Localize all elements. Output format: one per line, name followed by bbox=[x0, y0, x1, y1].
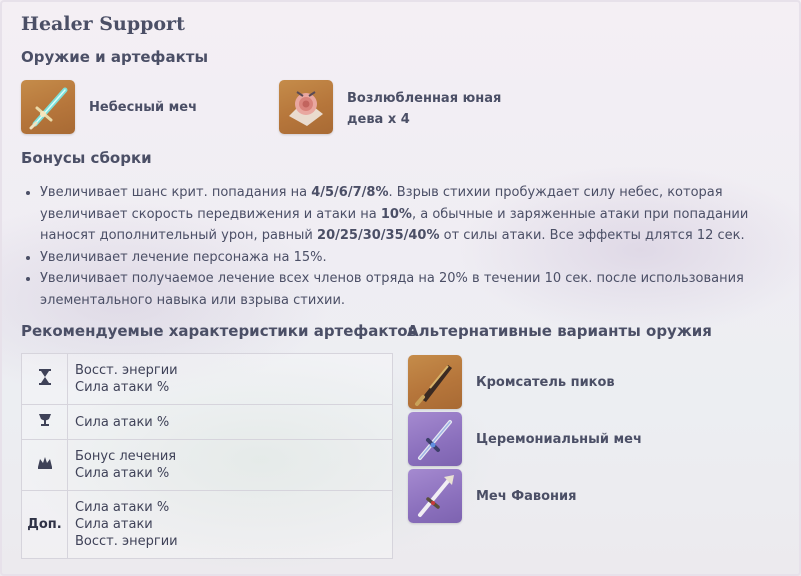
stat-values: Восст. энергии Сила атаки % bbox=[67, 353, 393, 405]
stat-values: Сила атаки % Сила атаки Восст. энергии bbox=[67, 490, 393, 559]
table-row: Бонус лечения Сила атаки % bbox=[21, 439, 393, 491]
bonus-highlight: 10% bbox=[380, 206, 412, 222]
slot-cell bbox=[21, 404, 68, 440]
stat-value: Сила атаки % bbox=[75, 414, 170, 430]
stat-value: Бонус лечения bbox=[75, 449, 177, 464]
bonus-highlight: 20/25/30/35/40% bbox=[317, 228, 440, 243]
alt-weapon-name: Меч Фавония bbox=[476, 489, 577, 504]
bonus-text: Увеличивает лечение персонажа на 15%. bbox=[40, 249, 327, 265]
stat-value: Сила атаки % bbox=[75, 380, 170, 395]
alt-weapons-heading: Альтернативные варианты оружия bbox=[407, 322, 712, 340]
stat-value: Сила атаки bbox=[75, 517, 153, 532]
ceremonial-sword-icon[interactable] bbox=[408, 412, 462, 466]
slot-cell: Доп. bbox=[21, 490, 68, 559]
alt-weapon-name: Кромсатель пиков bbox=[476, 375, 615, 390]
bonus-item: Увеличивает получаемое лечение всех член… bbox=[40, 268, 800, 311]
slot-cell bbox=[21, 353, 68, 405]
bonuses-heading: Бонусы сборки bbox=[21, 149, 152, 167]
stats-heading: Рекомендуемые характеристики артефактов bbox=[21, 322, 418, 340]
build-title: Healer Support bbox=[21, 13, 185, 35]
table-row: Сила атаки % bbox=[21, 404, 393, 440]
sword-icon[interactable] bbox=[21, 80, 75, 134]
stat-value: Восст. энергии bbox=[75, 363, 178, 378]
stat-value: Сила атаки % bbox=[75, 500, 170, 515]
bonus-item: Увеличивает лечение персонажа на 15%. bbox=[40, 247, 800, 269]
circlet-icon bbox=[37, 457, 52, 469]
table-row: Доп. Сила атаки % Сила атаки Восст. энер… bbox=[21, 490, 393, 559]
bonus-text: Увеличивает шанс крит. попадания на bbox=[40, 185, 312, 200]
stat-value: Сила атаки % bbox=[75, 466, 170, 481]
stats-table: Восст. энергии Сила атаки % Сила атаки % bbox=[21, 353, 393, 559]
extra-slot-label: Доп. bbox=[27, 517, 62, 532]
alt-weapon-name: Церемониальный меч bbox=[476, 432, 642, 447]
summit-shaper-sword-icon[interactable] bbox=[408, 355, 462, 409]
bonus-item: Увеличивает шанс крит. попадания на 4/5/… bbox=[40, 182, 800, 247]
artifact-name: Возлюбленная юная дева x 4 bbox=[347, 88, 501, 130]
favonius-sword-icon[interactable] bbox=[408, 469, 462, 523]
stat-values: Бонус лечения Сила атаки % bbox=[67, 439, 393, 491]
weapon-name: Небесный меч bbox=[89, 100, 198, 115]
bonus-list: Увеличивает шанс крит. попадания на 4/5/… bbox=[22, 182, 800, 311]
weapons-artifacts-heading: Оружие и артефакты bbox=[21, 48, 209, 66]
artifact-name-line2: дева x 4 bbox=[347, 112, 410, 127]
stat-value: Восст. энергии bbox=[75, 534, 178, 549]
slot-cell bbox=[21, 439, 68, 491]
bonus-text: от силы атаки. Все эффекты длятся 12 сек… bbox=[439, 228, 745, 243]
artifact-name-line1: Возлюбленная юная bbox=[347, 91, 502, 106]
goblet-icon bbox=[38, 414, 51, 426]
build-panel: Healer Support Оружие и артефакты Небесн… bbox=[0, 0, 801, 576]
bonus-highlight: 4/5/6/7/8% bbox=[311, 185, 389, 200]
stat-values: Сила атаки % bbox=[67, 404, 393, 440]
rose-artifact-icon[interactable] bbox=[279, 80, 333, 134]
table-row: Восст. энергии Сила атаки % bbox=[21, 353, 393, 405]
bonus-text: Увеличивает получаемое лечение всех член… bbox=[40, 271, 744, 308]
hourglass-icon bbox=[38, 369, 51, 385]
